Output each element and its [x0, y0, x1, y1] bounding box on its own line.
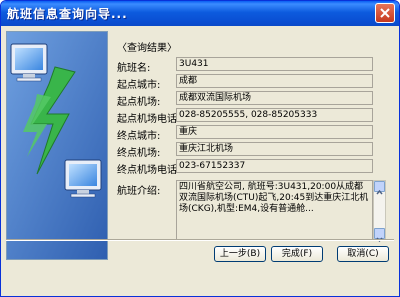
dest-airport-field[interactable]: 重庆江北机场 [176, 142, 373, 156]
dest-airport-phone-field[interactable]: 023-67152337 [176, 159, 373, 173]
origin-airport-phone-field[interactable]: 028-85205555, 028-85205333 [176, 108, 373, 122]
wizard-banner-art [7, 32, 107, 259]
dest-airport-label: 终点机场: [117, 148, 161, 159]
dest-city-label: 终点城市: [117, 131, 161, 142]
origin-airport-field[interactable]: 成都双流国际机场 [176, 91, 373, 105]
flight-name-label: 航班名: [117, 63, 151, 74]
wizard-window: 航班信息查询向导... 〈查询结果〉 航班名: 3U431 起点城市: 成都 起… [0, 0, 400, 297]
finish-button[interactable]: 完成(F) [271, 246, 323, 262]
origin-airport-label: 起点机场: [117, 97, 161, 108]
dest-airport-phone-label: 终点机场电话: [117, 165, 181, 176]
chevron-up-icon [376, 189, 383, 195]
flight-intro-textarea[interactable]: 四川省航空公司, 航班号:3U431,20:00从成都双流国际机场(CTU)起飞… [176, 180, 373, 240]
flight-intro-label: 航班介绍: [117, 186, 161, 197]
scroll-up-button[interactable] [374, 181, 385, 195]
origin-city-label: 起点城市: [117, 80, 161, 91]
origin-airport-phone-label: 起点机场电话: [117, 114, 181, 125]
wizard-banner [6, 31, 108, 260]
close-button[interactable] [375, 3, 395, 23]
back-button[interactable]: 上一步(B) [214, 246, 266, 262]
flight-name-field[interactable]: 3U431 [176, 57, 373, 71]
close-icon [380, 8, 390, 18]
dest-city-field[interactable]: 重庆 [176, 125, 373, 139]
origin-city-field[interactable]: 成都 [176, 74, 373, 88]
title-bar[interactable]: 航班信息查询向导... [1, 1, 399, 26]
section-heading: 〈查询结果〉 [117, 43, 177, 54]
footer-separator [6, 239, 394, 241]
intro-scrollbar[interactable] [373, 180, 386, 243]
cancel-button[interactable]: 取消(C) [337, 246, 389, 262]
window-title: 航班信息查询向导... [7, 7, 128, 21]
query-result-panel: 〈查询结果〉 航班名: 3U431 起点城市: 成都 起点机场: 成都双流国际机… [111, 31, 395, 258]
scroll-down-button[interactable] [374, 228, 385, 243]
